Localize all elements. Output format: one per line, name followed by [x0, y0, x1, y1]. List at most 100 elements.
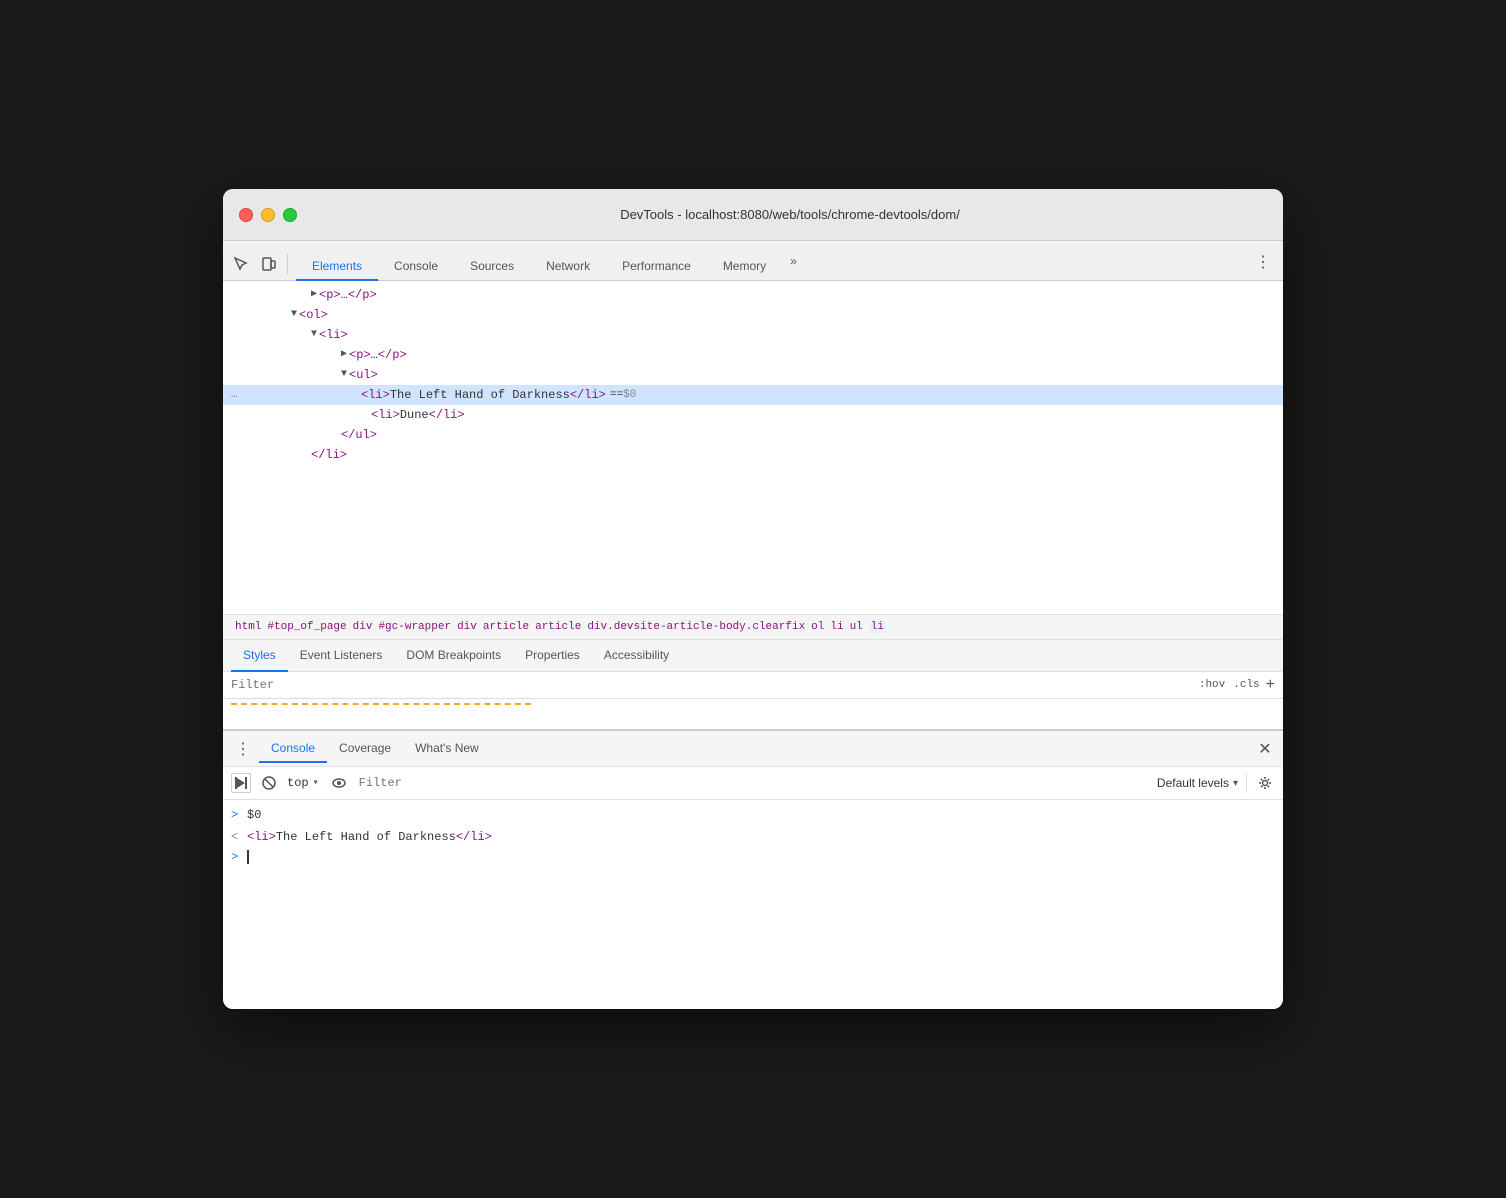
elements-panel: ▶ <p>…</p> ▼ <ol> ▼ <li> ▶ <p>…</p> — [223, 281, 1283, 729]
dom-text: … — [371, 345, 378, 365]
styles-tabs: Styles Event Listeners DOM Breakpoints P… — [223, 640, 1283, 672]
breadcrumb-div1[interactable]: div — [353, 621, 373, 633]
tree-triangle[interactable]: ▼ — [311, 325, 317, 345]
breadcrumb-top-of-page[interactable]: #top_of_page — [267, 621, 346, 633]
close-button[interactable] — [239, 208, 253, 222]
return-prompt-icon: < — [231, 828, 243, 846]
dom-line[interactable]: <li>Dune</li> — [223, 405, 1283, 425]
context-label: top — [287, 776, 309, 790]
console-command: $0 — [247, 806, 261, 824]
dom-close-tag: </p> — [378, 345, 407, 365]
return-text: The Left Hand of Darkness — [276, 830, 456, 844]
breadcrumb-gc-wrapper[interactable]: #gc-wrapper — [378, 621, 451, 633]
tab-styles[interactable]: Styles — [231, 640, 288, 672]
console-panel: ⋮ Console Coverage What's New ✕ — [223, 729, 1283, 1009]
titlebar: DevTools - localhost:8080/web/tools/chro… — [223, 189, 1283, 241]
dom-close-tag: </p> — [348, 285, 377, 305]
tab-console-panel[interactable]: Console — [259, 735, 327, 763]
return-close-tag: </li> — [456, 830, 492, 844]
tab-properties[interactable]: Properties — [513, 640, 592, 672]
console-menu-icon[interactable]: ⋮ — [231, 737, 255, 761]
new-prompt-icon: > — [231, 850, 243, 864]
minimize-button[interactable] — [261, 208, 275, 222]
tab-console[interactable]: Console — [378, 253, 454, 281]
tab-memory[interactable]: Memory — [707, 253, 782, 281]
styles-filter-bar: :hov .cls + — [223, 672, 1283, 699]
tree-triangle[interactable]: ▶ — [311, 285, 317, 305]
tab-network[interactable]: Network — [530, 253, 606, 281]
dom-line[interactable]: ▶ <p>…</p> — [223, 285, 1283, 305]
dom-close-tag: </li> — [570, 385, 606, 405]
dom-line[interactable]: ▼ <li> — [223, 325, 1283, 345]
dom-line[interactable]: </ul> — [223, 425, 1283, 445]
console-tabs-bar: ⋮ Console Coverage What's New ✕ — [223, 731, 1283, 767]
traffic-lights — [239, 208, 297, 222]
dom-tag: <p> — [319, 285, 341, 305]
device-toolbar-icon[interactable] — [259, 254, 279, 274]
hov-button[interactable]: :hov — [1199, 679, 1225, 691]
console-settings-icon[interactable] — [1255, 773, 1275, 793]
dom-line[interactable]: ▼ <ul> — [223, 365, 1283, 385]
tab-sources[interactable]: Sources — [454, 253, 530, 281]
console-close-button[interactable]: ✕ — [1255, 739, 1275, 759]
dom-line[interactable]: ▼ <ol> — [223, 305, 1283, 325]
tab-whats-new[interactable]: What's New — [403, 735, 491, 763]
console-return-line: < <li>The Left Hand of Darkness</li> — [223, 826, 1283, 848]
maximize-button[interactable] — [283, 208, 297, 222]
window-title: DevTools - localhost:8080/web/tools/chro… — [313, 207, 1267, 222]
tab-coverage[interactable]: Coverage — [327, 735, 403, 763]
dom-equals: == — [610, 385, 623, 405]
breadcrumb-div-clearfix[interactable]: div.devsite-article-body.clearfix — [587, 621, 805, 633]
console-output[interactable]: > $0 < <li>The Left Hand of Darkness</li… — [223, 800, 1283, 1009]
toolbar-divider — [1246, 773, 1247, 793]
tab-performance[interactable]: Performance — [606, 253, 707, 281]
devtools-menu-icon[interactable]: ⋮ — [1251, 250, 1275, 274]
cls-button[interactable]: .cls — [1233, 679, 1259, 691]
dom-line[interactable]: ▶ <p>…</p> — [223, 345, 1283, 365]
breadcrumb-article1[interactable]: article — [483, 621, 529, 633]
breadcrumb-html[interactable]: html — [235, 621, 261, 633]
inspect-icon[interactable] — [231, 254, 251, 274]
dom-tag: <ul> — [349, 365, 378, 385]
tree-triangle[interactable]: ▼ — [291, 305, 297, 325]
console-context-selector[interactable]: top ▾ — [287, 776, 319, 790]
dom-tree[interactable]: ▶ <p>…</p> ▼ <ol> ▼ <li> ▶ <p>…</p> — [223, 281, 1283, 614]
run-script-button[interactable] — [231, 773, 251, 793]
live-expressions-button[interactable] — [327, 771, 351, 795]
levels-label: Default levels — [1157, 776, 1229, 790]
console-new-input[interactable]: > — [223, 848, 1283, 866]
dom-line[interactable]: </li> — [223, 445, 1283, 465]
tab-elements[interactable]: Elements — [296, 253, 378, 281]
levels-arrow-icon: ▾ — [1233, 778, 1238, 789]
dom-tag: </li> — [311, 445, 347, 465]
breadcrumb-li1[interactable]: li — [830, 621, 843, 633]
cursor — [247, 850, 249, 864]
toolbar-icons — [231, 254, 279, 280]
tab-dom-breakpoints[interactable]: DOM Breakpoints — [394, 640, 513, 672]
dom-tag: <li> — [371, 405, 400, 425]
breadcrumb-ul[interactable]: ul — [850, 621, 863, 633]
element-highlight-row — [223, 699, 1283, 729]
tab-event-listeners[interactable]: Event Listeners — [288, 640, 395, 672]
breadcrumb-article2[interactable]: article — [535, 621, 581, 633]
tree-triangle[interactable]: ▶ — [341, 345, 347, 365]
toolbar-divider — [287, 254, 288, 274]
clear-console-button[interactable] — [259, 773, 279, 793]
return-open-tag: <li> — [247, 830, 276, 844]
element-dashed-line — [231, 703, 531, 705]
console-filter-input[interactable] — [359, 776, 1149, 790]
breadcrumb-div2[interactable]: div — [457, 621, 477, 633]
tab-accessibility[interactable]: Accessibility — [592, 640, 681, 672]
dom-tag: <li> — [361, 385, 390, 405]
log-levels-dropdown[interactable]: Default levels ▾ — [1157, 776, 1238, 790]
dom-text: The Left Hand of Darkness — [390, 385, 570, 405]
styles-filter-input[interactable] — [231, 678, 1195, 692]
add-style-button[interactable]: + — [1266, 676, 1275, 694]
breadcrumb-ol[interactable]: ol — [811, 621, 824, 633]
breadcrumb-li2[interactable]: li — [869, 621, 886, 633]
dom-line-selected[interactable]: … <li>The Left Hand of Darkness</li> == … — [223, 385, 1283, 405]
tab-more[interactable]: » — [782, 248, 805, 274]
dom-tag: </ul> — [341, 425, 377, 445]
tree-triangle[interactable]: ▼ — [341, 365, 347, 385]
console-return-value: <li>The Left Hand of Darkness</li> — [247, 828, 492, 846]
